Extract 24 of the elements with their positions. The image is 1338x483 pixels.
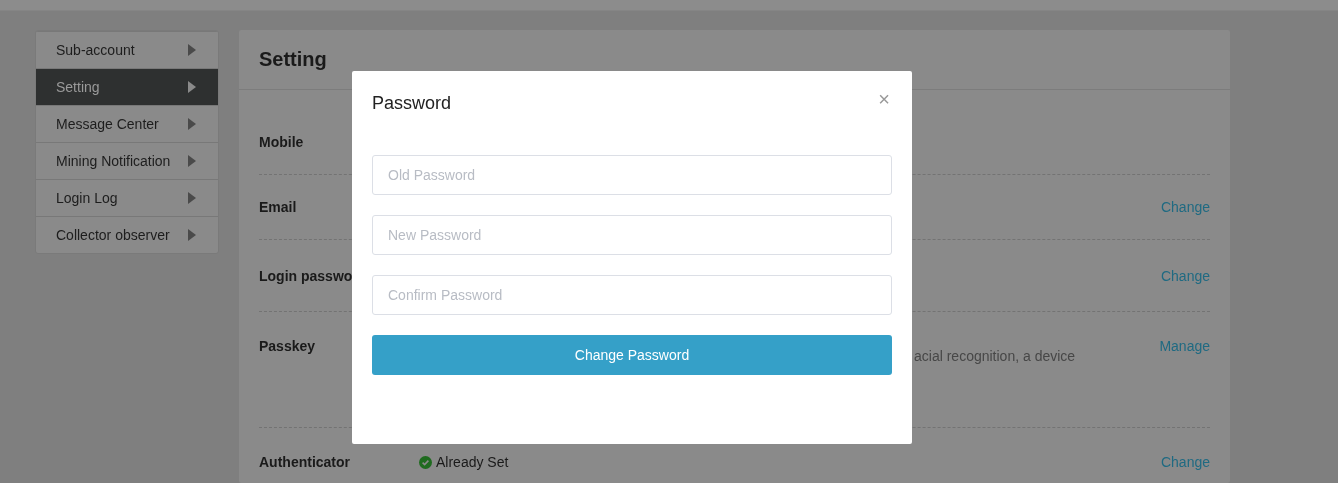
setting-label: Login passwo [259, 267, 354, 284]
change-password-button[interactable]: Change Password [372, 335, 892, 375]
password-field[interactable]: Old Password [372, 155, 892, 195]
close-button[interactable]: × [878, 91, 890, 107]
caret-icon [188, 192, 196, 204]
sidebar-item[interactable]: Message Center [36, 105, 218, 142]
password-field[interactable]: New Password [372, 215, 892, 255]
caret-icon [188, 118, 196, 130]
caret-icon [188, 155, 196, 167]
setting-description: acial recognition, a device [914, 348, 1076, 364]
caret-icon [188, 81, 196, 93]
caret-icon [188, 229, 196, 241]
sidebar-item[interactable]: Collector observer [36, 216, 218, 253]
sidebar-item[interactable]: Setting [36, 68, 218, 105]
setting-label: Passkey [259, 338, 317, 354]
password-field[interactable]: Confirm Password [372, 275, 892, 315]
setting-label: Mobile [259, 134, 305, 150]
setting-label: Email [259, 199, 298, 215]
sidebar-item[interactable]: Login Log [36, 179, 218, 216]
modal-title: Password [372, 93, 452, 114]
caret-icon [188, 44, 196, 56]
status-text: Already Set [436, 454, 509, 470]
setting-label: Authenticator [259, 454, 351, 470]
sidebar-item[interactable]: Mining Notification [36, 142, 218, 179]
